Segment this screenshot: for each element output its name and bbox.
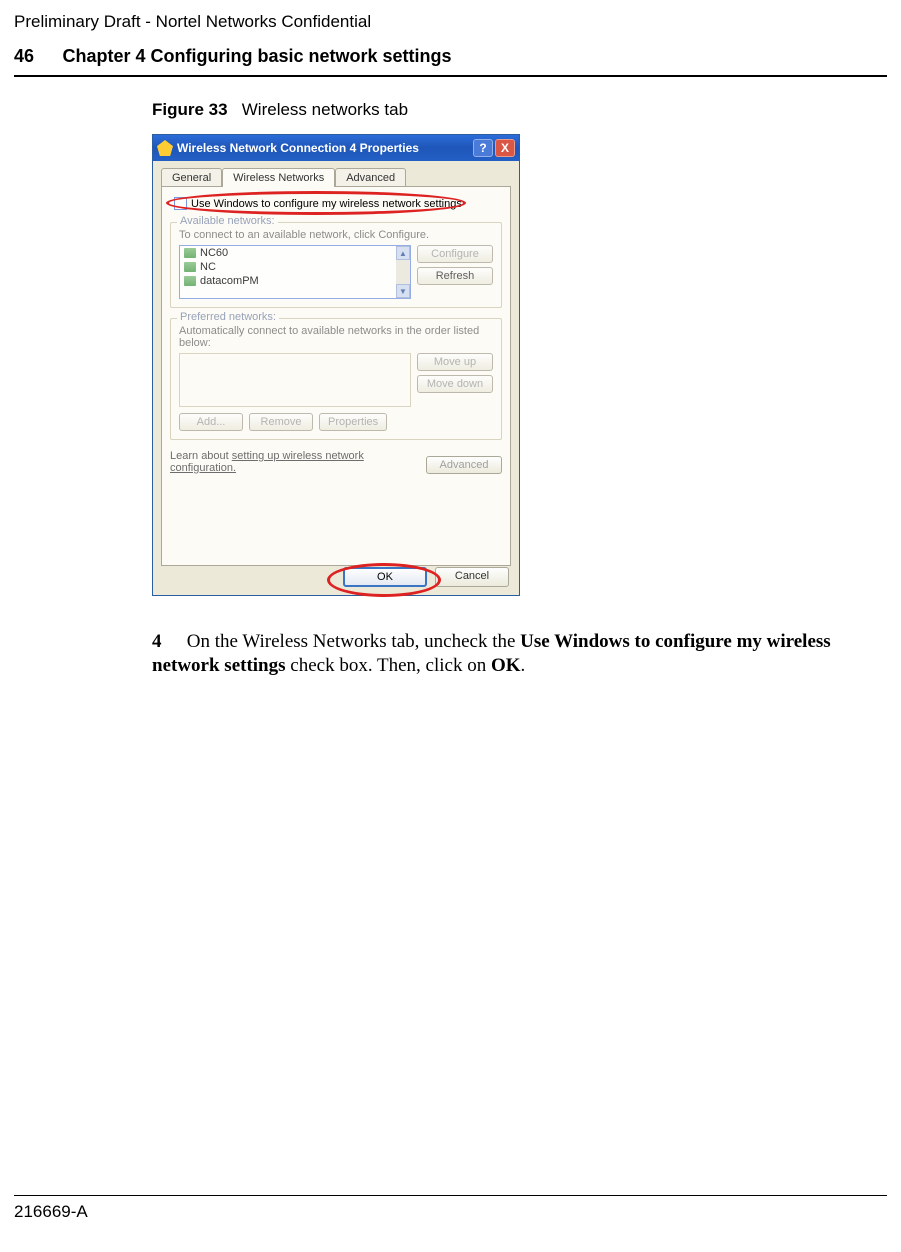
available-networks-group: Available networks: To connect to an ava…: [170, 222, 502, 308]
tabstrip: General Wireless Networks Advanced: [153, 161, 519, 186]
confidential-header: Preliminary Draft - Nortel Networks Conf…: [14, 12, 371, 32]
preferred-networks-group: Preferred networks: Automatically connec…: [170, 318, 502, 440]
learn-about-text: Learn about setting up wireless network …: [170, 450, 390, 474]
use-windows-checkbox-label: Use Windows to configure my wireless net…: [191, 198, 462, 210]
titlebar[interactable]: Wireless Network Connection 4 Properties…: [153, 135, 519, 161]
remove-button[interactable]: Remove: [249, 413, 313, 431]
chapter-title: Chapter 4 Configuring basic network sett…: [62, 46, 451, 66]
help-button[interactable]: ?: [473, 139, 493, 157]
move-up-button[interactable]: Move up: [417, 353, 493, 371]
advanced-button[interactable]: Advanced: [426, 456, 502, 474]
refresh-button[interactable]: Refresh: [417, 267, 493, 285]
figure-number: Figure 33: [152, 100, 228, 119]
use-windows-checkbox[interactable]: [174, 197, 187, 210]
wireless-properties-dialog: Wireless Network Connection 4 Properties…: [152, 134, 520, 596]
tab-advanced[interactable]: Advanced: [335, 168, 406, 187]
list-item[interactable]: datacomPM: [180, 274, 410, 288]
tab-panel: Use Windows to configure my wireless net…: [161, 186, 511, 566]
page-number: 46: [14, 46, 34, 66]
ok-button[interactable]: OK: [343, 567, 427, 587]
wifi-icon: [184, 262, 196, 272]
properties-button[interactable]: Properties: [319, 413, 387, 431]
instruction-bold-2: OK: [491, 655, 521, 676]
add-button[interactable]: Add...: [179, 413, 243, 431]
tab-wireless-networks[interactable]: Wireless Networks: [222, 168, 335, 187]
tab-general[interactable]: General: [161, 168, 222, 187]
figure-caption: Figure 33 Wireless networks tab: [152, 100, 408, 120]
available-networks-list[interactable]: NC60 NC datacomPM ▲ ▼: [179, 245, 411, 299]
use-windows-checkbox-row: Use Windows to configure my wireless net…: [170, 195, 502, 212]
available-hint: To connect to an available network, clic…: [179, 229, 493, 241]
preferred-hint: Automatically connect to available netwo…: [179, 325, 493, 349]
scroll-down-button[interactable]: ▼: [396, 284, 410, 298]
list-item[interactable]: NC: [180, 260, 410, 274]
wifi-icon: [184, 276, 196, 286]
close-button[interactable]: X: [495, 139, 515, 157]
preferred-networks-list[interactable]: [179, 353, 411, 407]
page-footer: 216669-A: [14, 1195, 887, 1222]
configure-button[interactable]: Configure: [417, 245, 493, 263]
move-down-button[interactable]: Move down: [417, 375, 493, 393]
network-icon: [157, 140, 173, 156]
figure-title: Wireless networks tab: [242, 100, 408, 119]
available-legend: Available networks:: [177, 215, 278, 227]
scrollbar[interactable]: ▲ ▼: [396, 246, 410, 298]
dialog-title: Wireless Network Connection 4 Properties: [177, 141, 471, 155]
instruction-step: 4 On the Wireless Networks tab, uncheck …: [152, 630, 872, 679]
wifi-icon: [184, 248, 196, 258]
scroll-up-button[interactable]: ▲: [396, 246, 410, 260]
cancel-button[interactable]: Cancel: [435, 567, 509, 587]
page-header: 46 Chapter 4 Configuring basic network s…: [14, 46, 887, 77]
step-number: 4: [152, 630, 182, 654]
preferred-legend: Preferred networks:: [177, 311, 279, 323]
instruction-text-3: .: [521, 655, 526, 676]
list-item[interactable]: NC60: [180, 246, 410, 260]
instruction-text-2: check box. Then, click on: [286, 655, 491, 676]
dialog-button-row: OK Cancel: [343, 567, 509, 587]
instruction-text: On the Wireless Networks tab, uncheck th…: [187, 631, 520, 652]
document-id: 216669-A: [14, 1202, 88, 1221]
